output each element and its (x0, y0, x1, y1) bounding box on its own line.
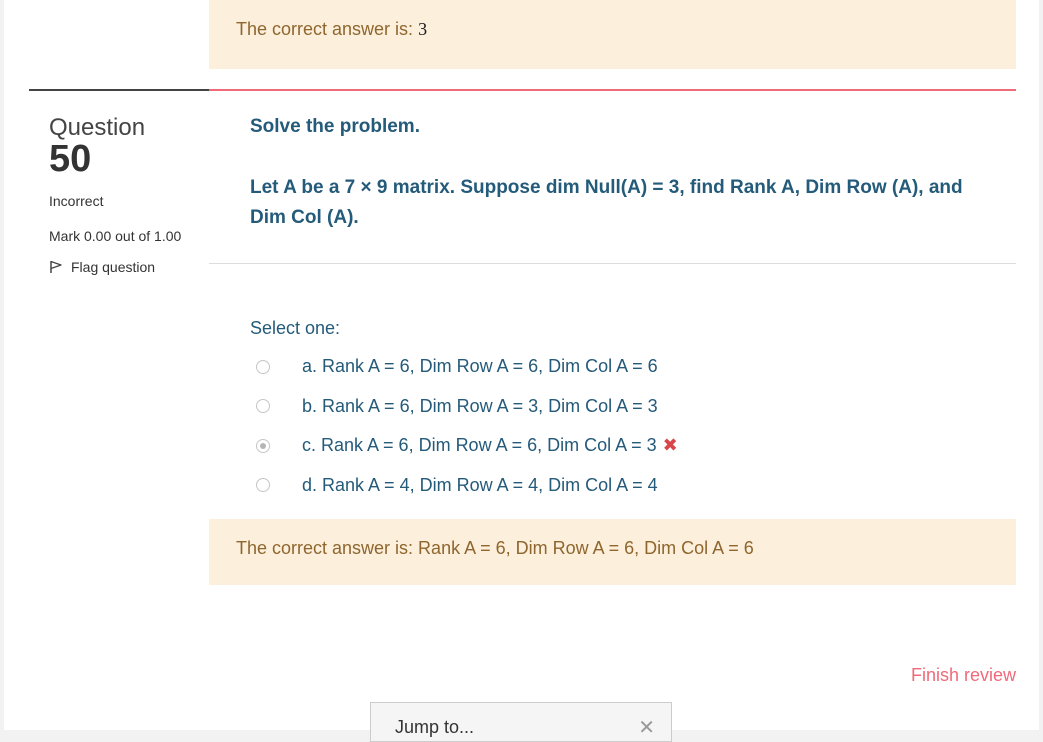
answer-label-d: d. Rank A = 4, Dim Row A = 4, Dim Col A … (302, 474, 658, 495)
answer-radio-c[interactable] (256, 438, 270, 453)
answer-option-c[interactable]: c. Rank A = 6, Dim Row A = 6, Dim Col A … (256, 426, 678, 466)
select-one-prompt: Select one: (250, 318, 341, 338)
info-divider (29, 89, 209, 91)
question-number: 50 (49, 138, 92, 180)
question-text: Solve the problem. Let A be a 7 × 9 matr… (250, 113, 990, 233)
finish-review-link[interactable]: Finish review (911, 665, 1016, 686)
content-divider (209, 89, 1016, 91)
question-body: Let A be a 7 × 9 matrix. Suppose dim Nul… (250, 177, 963, 228)
page-edge (1039, 0, 1043, 730)
previous-feedback-text: The correct answer is: 3 (236, 19, 427, 40)
question-instruction: Solve the problem. (250, 116, 420, 137)
answer-label-b: b. Rank A = 6, Dim Row A = 3, Dim Col A … (302, 395, 658, 416)
quiz-review-page: The correct answer is: 3 Question 50 Inc… (4, 0, 1043, 742)
answer-radio-d[interactable] (256, 478, 270, 493)
question-separator (209, 263, 1016, 264)
close-icon[interactable]: ✕ (638, 715, 655, 740)
answer-label-c: c. Rank A = 6, Dim Row A = 6, Dim Col A … (302, 435, 657, 456)
question-info: Question 50 Incorrect Mark 0.00 out of 1… (49, 115, 199, 276)
answer-option-d[interactable]: d. Rank A = 4, Dim Row A = 4, Dim Col A … (256, 466, 678, 506)
answer-options: a. Rank A = 6, Dim Row A = 6, Dim Col A … (256, 347, 678, 505)
question-grade: Mark 0.00 out of 1.00 (49, 228, 182, 244)
flag-question-button[interactable]: Flag question (49, 259, 199, 275)
jump-to-select[interactable]: Jump to... ✕ (370, 702, 672, 742)
answer-radio-b[interactable] (256, 399, 270, 414)
previous-question-feedback: The correct answer is: 3 (209, 0, 1016, 69)
answer-option-b[interactable]: b. Rank A = 6, Dim Row A = 3, Dim Col A … (256, 387, 678, 427)
previous-feedback-prefix: The correct answer is: (236, 19, 414, 39)
wrong-mark-icon: ✖ (662, 435, 678, 456)
jump-to-label: Jump to... (395, 717, 475, 737)
answer-option-a[interactable]: a. Rank A = 6, Dim Row A = 6, Dim Col A … (256, 347, 678, 387)
answer-label-a: a. Rank A = 6, Dim Row A = 6, Dim Col A … (302, 356, 658, 377)
previous-feedback-answer: 3 (418, 19, 428, 39)
correct-answer-text: The correct answer is: Rank A = 6, Dim R… (236, 538, 754, 558)
correct-answer-feedback: The correct answer is: Rank A = 6, Dim R… (209, 519, 1016, 585)
flag-question-label: Flag question (71, 259, 156, 275)
answer-radio-a[interactable] (256, 359, 270, 374)
flag-icon (50, 260, 62, 273)
question-state: Incorrect (49, 193, 104, 209)
